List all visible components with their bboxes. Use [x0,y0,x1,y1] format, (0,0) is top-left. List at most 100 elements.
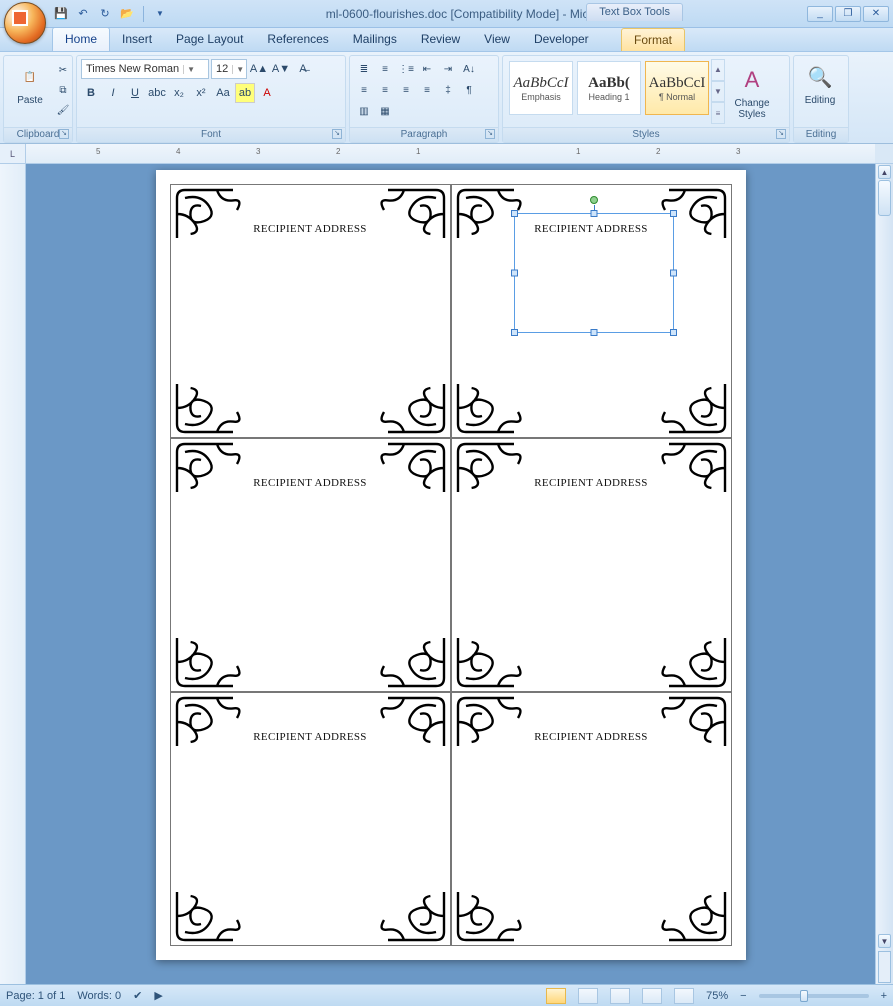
align-left-button[interactable]: ≡ [354,80,374,100]
redo-icon[interactable]: ↻ [96,5,114,23]
font-name-combo[interactable]: Times New Roman▼ [81,59,209,79]
macro-icon[interactable]: ▶ [154,989,162,1002]
editing-button[interactable]: 🔍 Editing [798,59,842,108]
minimize-button[interactable]: _ [807,6,833,22]
view-print-layout[interactable] [546,988,566,1004]
proofing-icon[interactable]: ✔ [133,989,142,1002]
align-right-button[interactable]: ≡ [396,80,416,100]
document-area[interactable]: RECIPIENT ADDRESS RECIPIENT ADDRESS [26,164,875,984]
restore-button[interactable]: ❐ [835,6,861,22]
justify-button[interactable]: ≡ [417,80,437,100]
resize-handle[interactable] [670,329,677,336]
styles-scroll-up[interactable]: ▲ [711,59,725,81]
zoom-value[interactable]: 75% [706,990,728,1002]
label-cell-selected[interactable]: RECIPIENT ADDRESS [451,184,732,438]
save-icon[interactable]: 💾 [52,5,70,23]
horizontal-ruler[interactable]: 5 4 3 2 1 1 2 3 [26,144,875,163]
style-heading1[interactable]: AaBb( Heading 1 [577,61,641,115]
resize-handle[interactable] [670,210,677,217]
label-cell[interactable]: RECIPIENT ADDRESS [451,692,732,946]
tab-developer[interactable]: Developer [522,28,601,51]
resize-handle[interactable] [670,270,677,277]
scrollbar-thumb[interactable] [878,180,891,216]
grow-font-button[interactable]: A▲ [249,59,269,79]
paragraph-dialog-icon[interactable]: ↘ [485,129,495,139]
bullets-button[interactable]: ≣ [354,59,374,79]
zoom-slider[interactable] [759,994,869,998]
rotate-handle[interactable] [590,196,598,204]
tab-review[interactable]: Review [409,28,472,51]
resize-handle[interactable] [511,329,518,336]
tab-selector[interactable]: L [0,144,26,163]
styles-scroll-down[interactable]: ▼ [711,81,725,103]
strikethrough-button[interactable]: abc [147,83,167,103]
align-center-button[interactable]: ≡ [375,80,395,100]
zoom-thumb[interactable] [800,990,808,1002]
italic-button[interactable]: I [103,83,123,103]
vertical-scrollbar[interactable]: ▲ ▼ [875,164,893,984]
numbering-button[interactable]: ≡ [375,59,395,79]
clear-formatting-button[interactable]: A̶ [293,59,313,79]
increase-indent-button[interactable]: ⇥ [438,59,458,79]
shrink-font-button[interactable]: A▼ [271,59,291,79]
zoom-out-button[interactable]: − [740,990,746,1002]
tab-insert[interactable]: Insert [110,28,164,51]
decrease-indent-button[interactable]: ⇤ [417,59,437,79]
close-button[interactable]: ✕ [863,6,889,22]
superscript-button[interactable]: x² [191,83,211,103]
sort-button[interactable]: A↓ [459,59,479,79]
style-normal[interactable]: AaBbCcI ¶ Normal [645,61,709,115]
status-page[interactable]: Page: 1 of 1 [6,990,65,1002]
borders-button[interactable]: ▦ [375,101,395,121]
resize-handle[interactable] [590,329,597,336]
vertical-ruler[interactable] [0,164,26,984]
shading-button[interactable]: ▥ [354,101,374,121]
tab-view[interactable]: View [472,28,522,51]
line-spacing-button[interactable]: ‡ [438,80,458,100]
scroll-down-button[interactable]: ▼ [878,934,891,948]
status-words[interactable]: Words: 0 [77,990,121,1002]
paste-button[interactable]: 📋 Paste [8,59,52,108]
style-emphasis[interactable]: AaBbCcI Emphasis [509,61,573,115]
highlight-button[interactable]: ab [235,83,255,103]
office-button[interactable] [4,2,46,44]
change-case-button[interactable]: Aa [213,83,233,103]
resize-handle[interactable] [511,270,518,277]
view-outline[interactable] [642,988,662,1004]
format-painter-button[interactable]: 🖌 [54,101,72,119]
label-cell[interactable]: RECIPIENT ADDRESS [170,692,451,946]
view-draft[interactable] [674,988,694,1004]
styles-expand[interactable]: ≡ [711,102,725,124]
bold-button[interactable]: B [81,83,101,103]
tab-references[interactable]: References [255,28,340,51]
label-cell[interactable]: RECIPIENT ADDRESS [170,184,451,438]
show-marks-button[interactable]: ¶ [459,80,479,100]
folder-icon[interactable]: 📂 [118,5,136,23]
font-dialog-icon[interactable]: ↘ [332,129,342,139]
resize-handle[interactable] [590,210,597,217]
multilevel-button[interactable]: ⋮≡ [396,59,416,79]
tab-format[interactable]: Format [621,28,685,51]
subscript-button[interactable]: x₂ [169,83,189,103]
clipboard-dialog-icon[interactable]: ↘ [59,129,69,139]
cut-button[interactable]: ✂ [54,61,72,79]
styles-dialog-icon[interactable]: ↘ [776,129,786,139]
tab-mailings[interactable]: Mailings [341,28,409,51]
textbox-selection[interactable] [514,213,674,333]
browse-object-nav[interactable] [878,951,891,983]
undo-icon[interactable]: ↶ [74,5,92,23]
label-cell[interactable]: RECIPIENT ADDRESS [170,438,451,692]
underline-button[interactable]: U [125,83,145,103]
copy-button[interactable]: ⧉ [54,81,72,99]
qat-customize-icon[interactable]: ▼ [151,5,169,23]
label-cell[interactable]: RECIPIENT ADDRESS [451,438,732,692]
scroll-up-button[interactable]: ▲ [878,165,891,179]
change-styles-button[interactable]: A Change Styles [725,59,779,124]
resize-handle[interactable] [511,210,518,217]
font-color-button[interactable]: A [257,83,277,103]
view-web-layout[interactable] [610,988,630,1004]
tab-page-layout[interactable]: Page Layout [164,28,255,51]
font-size-combo[interactable]: 12▼ [211,59,247,79]
view-full-screen[interactable] [578,988,598,1004]
zoom-in-button[interactable]: + [881,990,887,1002]
